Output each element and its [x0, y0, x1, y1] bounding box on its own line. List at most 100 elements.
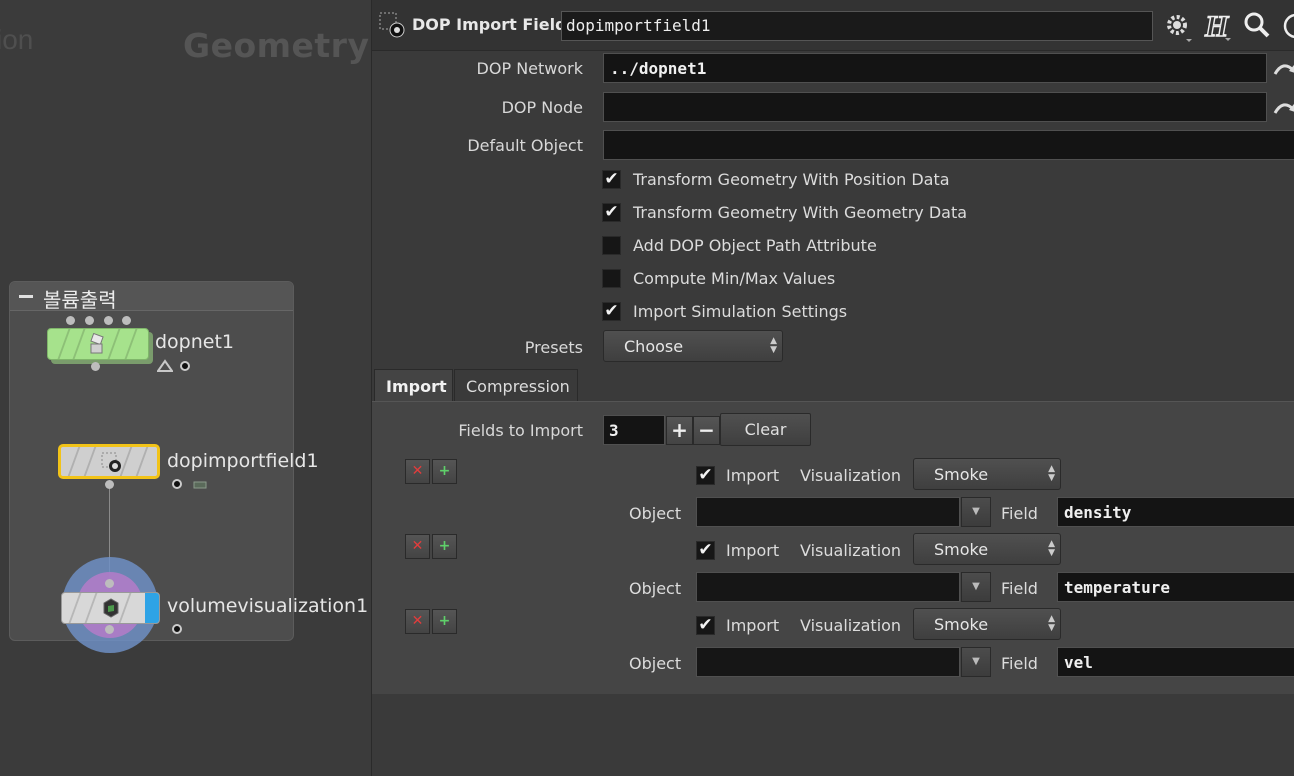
- node-label-dopnet1[interactable]: dopnet1: [155, 331, 234, 353]
- template-flag-icon: [157, 359, 173, 372]
- object-field-2[interactable]: [696, 572, 960, 602]
- context-label-partial: ion: [0, 24, 34, 55]
- fields-to-import-label: Fields to Import: [458, 421, 583, 440]
- input-connector[interactable]: [66, 316, 75, 325]
- remove-instance-button[interactable]: ✕: [405, 609, 430, 634]
- volume-vis-icon: [103, 598, 119, 618]
- help-h-icon[interactable]: H: [1203, 10, 1233, 44]
- node-name-field[interactable]: dopimportfield1: [561, 11, 1153, 41]
- visualization-menu-2[interactable]: Smoke ▲ ▼: [913, 533, 1061, 565]
- import-label-3: Import: [726, 616, 780, 635]
- output-connector[interactable]: [105, 480, 114, 489]
- channel-reference-icon[interactable]: [1273, 99, 1294, 117]
- add-field-button[interactable]: +: [666, 416, 693, 445]
- field-value-2[interactable]: temperature: [1057, 572, 1294, 602]
- field-value-3[interactable]: vel: [1057, 647, 1294, 677]
- fields-to-import-field[interactable]: 3: [603, 415, 665, 445]
- transform-position-label: Transform Geometry With Position Data: [633, 170, 950, 189]
- visualization-menu-1[interactable]: Smoke ▲ ▼: [913, 458, 1061, 490]
- tab-import[interactable]: Import: [374, 369, 453, 401]
- default-object-field[interactable]: [603, 130, 1294, 160]
- node-dopnet1[interactable]: [47, 328, 149, 360]
- node-dopimportfield1[interactable]: [58, 444, 160, 479]
- default-object-label: Default Object: [467, 136, 583, 155]
- output-connector[interactable]: [91, 362, 100, 371]
- visualization-value-1: Smoke: [934, 465, 989, 484]
- import-folder: Fields to Import 3 + − Clear ✕ + ✔ Impor…: [372, 401, 1294, 694]
- field-label-2: Field: [1001, 579, 1038, 598]
- object-label-3: Object: [629, 654, 682, 673]
- object-dropdown-3[interactable]: ▼: [961, 647, 991, 677]
- visualization-value-2: Smoke: [934, 540, 989, 559]
- node-volumevisualization1[interactable]: [61, 592, 160, 624]
- object-dropdown-1[interactable]: ▼: [961, 497, 991, 527]
- visualization-menu-3[interactable]: Smoke ▲ ▼: [913, 608, 1061, 640]
- menu-arrows-icon: ▲ ▼: [1048, 464, 1055, 483]
- import-checkbox-3[interactable]: ✔: [696, 616, 715, 635]
- gear-icon[interactable]: [1164, 11, 1194, 43]
- node-label-dopimportfield1[interactable]: dopimportfield1: [167, 450, 319, 472]
- input-connector[interactable]: [105, 579, 114, 588]
- output-connector[interactable]: [105, 625, 114, 634]
- remove-field-button[interactable]: −: [693, 416, 720, 445]
- menu-arrows-icon: ▲ ▼: [1048, 614, 1055, 633]
- import-sim-settings-label: Import Simulation Settings: [633, 302, 848, 321]
- dop-import-fields-icon: [101, 452, 121, 472]
- dop-network-field[interactable]: ../dopnet1: [603, 53, 1267, 83]
- import-sim-settings-checkbox[interactable]: ✔: [602, 302, 621, 321]
- operator-type-label: DOP Import Fields: [412, 15, 577, 34]
- compute-minmax-label: Compute Min/Max Values: [633, 269, 836, 288]
- visualization-label-2: Visualization: [800, 541, 902, 560]
- add-path-attribute-checkbox[interactable]: [602, 236, 621, 255]
- search-icon[interactable]: [1243, 11, 1271, 39]
- menu-arrows-icon: ▲ ▼: [1048, 539, 1055, 558]
- dopnet-input-dots[interactable]: [66, 316, 131, 325]
- remove-instance-button[interactable]: ✕: [405, 459, 430, 484]
- visualization-value-3: Smoke: [934, 615, 989, 634]
- presets-value: Choose: [624, 337, 684, 356]
- insert-instance-button[interactable]: +: [432, 534, 457, 559]
- dop-import-fields-icon: [379, 12, 405, 38]
- dop-network-label: DOP Network: [476, 59, 583, 78]
- add-path-attribute-label: Add DOP Object Path Attribute: [633, 236, 877, 255]
- clear-button[interactable]: Clear: [720, 413, 811, 446]
- object-field-3[interactable]: [696, 647, 960, 677]
- collapse-icon[interactable]: [19, 295, 33, 298]
- insert-instance-button[interactable]: +: [432, 609, 457, 634]
- display-flag-bar[interactable]: [145, 593, 159, 623]
- remove-instance-button[interactable]: ✕: [405, 534, 430, 559]
- display-flag-icon[interactable]: [172, 624, 182, 634]
- parameter-pane[interactable]: DOP Import Fields dopimportfield1 H DOP …: [371, 0, 1294, 776]
- field-value-1[interactable]: density: [1057, 497, 1294, 527]
- object-field-1[interactable]: [696, 497, 960, 527]
- node-label-volumevisualization1[interactable]: volumevisualization1: [167, 595, 368, 617]
- compute-minmax-checkbox[interactable]: [602, 269, 621, 288]
- insert-instance-button[interactable]: +: [432, 459, 457, 484]
- object-label-1: Object: [629, 504, 682, 523]
- context-title: Geometry: [183, 26, 370, 65]
- tab-compression[interactable]: Compression: [454, 369, 578, 401]
- channel-reference-icon[interactable]: [1273, 60, 1294, 78]
- transform-geometry-checkbox[interactable]: ✔: [602, 203, 621, 222]
- import-label-2: Import: [726, 541, 780, 560]
- visualization-label-3: Visualization: [800, 616, 902, 635]
- display-flag-icon[interactable]: [172, 479, 182, 489]
- object-label-2: Object: [629, 579, 682, 598]
- field-label-1: Field: [1001, 504, 1038, 523]
- info-icon[interactable]: [1282, 12, 1294, 40]
- input-connector[interactable]: [85, 316, 94, 325]
- transform-position-checkbox[interactable]: ✔: [602, 170, 621, 189]
- display-flag-icon[interactable]: [180, 361, 190, 371]
- network-view[interactable]: ion Geometry 볼륨출력 dopnet1 dopimportfield…: [0, 0, 371, 776]
- input-connector[interactable]: [104, 316, 113, 325]
- presets-menu[interactable]: Choose ▲ ▼: [603, 330, 783, 362]
- import-checkbox-2[interactable]: ✔: [696, 541, 715, 560]
- network-box-header[interactable]: 볼륨출력: [10, 282, 293, 312]
- dop-node-label: DOP Node: [501, 98, 583, 117]
- transform-geometry-label: Transform Geometry With Geometry Data: [633, 203, 968, 222]
- object-dropdown-2[interactable]: ▼: [961, 572, 991, 602]
- import-checkbox-1[interactable]: ✔: [696, 466, 715, 485]
- input-connector[interactable]: [122, 316, 131, 325]
- import-label-1: Import: [726, 466, 780, 485]
- dop-node-field[interactable]: [603, 92, 1267, 122]
